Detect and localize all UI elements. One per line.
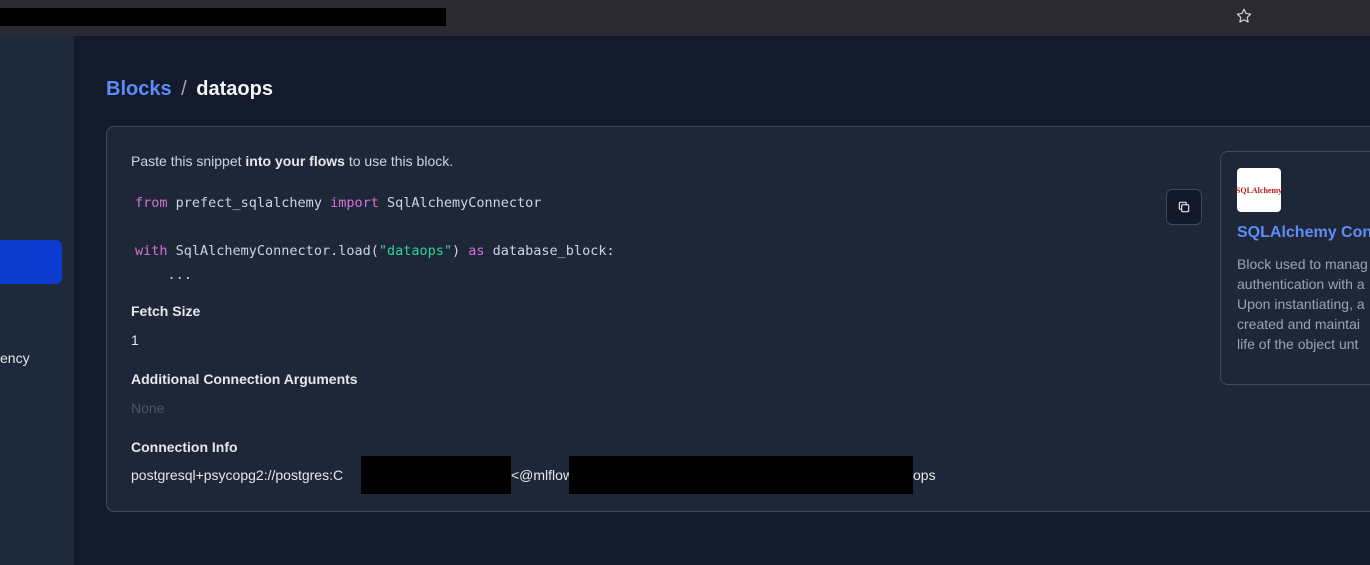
- connection-info-part: <@mlflow: [511, 467, 574, 483]
- fetch-size-value: 1: [131, 332, 139, 348]
- logo-text: SQLAlchemy: [1235, 185, 1283, 195]
- main-content: Blocks / dataops Paste this snippet into…: [74, 36, 1370, 565]
- code-text: SqlAlchemyConnector.load(: [167, 243, 379, 259]
- description-line: created and maintai: [1237, 316, 1360, 332]
- sidebar-item-concurrency[interactable]: ency: [0, 350, 30, 366]
- code-keyword: with: [135, 243, 168, 259]
- connect-args-label: Additional Connection Arguments: [131, 371, 358, 387]
- block-type-title[interactable]: SQLAlchemy Con: [1237, 224, 1370, 242]
- block-type-description: Block used to manag authentication with …: [1237, 254, 1370, 354]
- intro-bold-text: into your flows: [245, 153, 345, 169]
- copy-button[interactable]: [1166, 189, 1202, 225]
- redacted-url-bar[interactable]: [0, 8, 446, 26]
- sidebar: ency: [0, 36, 74, 565]
- sidebar-item-blocks-active[interactable]: [0, 240, 62, 284]
- connection-info-label: Connection Info: [131, 439, 238, 455]
- code-keyword: from: [135, 195, 168, 211]
- description-line: Upon instantiating, a: [1237, 296, 1365, 312]
- breadcrumb-blocks-link[interactable]: Blocks: [106, 78, 172, 100]
- connect-args-value: None: [131, 400, 165, 416]
- redacted-password: [361, 456, 511, 494]
- description-line: life of the object unt: [1237, 336, 1359, 352]
- code-text: database_block:: [484, 243, 615, 259]
- connection-info-value: postgresql+psycopg2://postgres:C <@mlflo…: [131, 456, 1031, 494]
- intro-text-end: to use this block.: [344, 153, 454, 169]
- fetch-size-label: Fetch Size: [131, 303, 201, 319]
- browser-toolbar: [0, 0, 1370, 36]
- redacted-host: [569, 456, 913, 494]
- snippet-intro: Paste this snippet into your flows to us…: [131, 153, 453, 169]
- copy-icon: [1178, 201, 1190, 213]
- intro-text: Paste this snippet: [131, 153, 246, 169]
- description-line: Block used to manag: [1237, 256, 1368, 272]
- code-string: "dataops": [378, 243, 452, 259]
- code-keyword: import: [330, 195, 379, 211]
- block-type-card: SQLAlchemy SQLAlchemy Con Block used to …: [1220, 151, 1370, 385]
- breadcrumb: Blocks / dataops: [106, 78, 273, 101]
- code-text: SqlAlchemyConnector: [378, 195, 542, 211]
- sqlalchemy-logo: SQLAlchemy: [1235, 168, 1283, 212]
- connection-info-part: postgresql+psycopg2://postgres:C: [131, 467, 344, 483]
- page-title: dataops: [196, 78, 273, 100]
- code-text: prefect_sqlalchemy: [167, 195, 331, 211]
- star-icon[interactable]: [1234, 6, 1254, 26]
- block-details-card: Paste this snippet into your flows to us…: [106, 126, 1370, 512]
- code-keyword: as: [468, 243, 485, 259]
- breadcrumb-separator: /: [181, 78, 187, 100]
- code-ellipsis: ...: [135, 267, 192, 283]
- code-text: ): [452, 243, 469, 259]
- description-line: authentication with a: [1237, 276, 1365, 292]
- code-snippet: from prefect_sqlalchemy import SqlAlchem…: [135, 191, 615, 287]
- connection-info-part: ops: [913, 467, 936, 483]
